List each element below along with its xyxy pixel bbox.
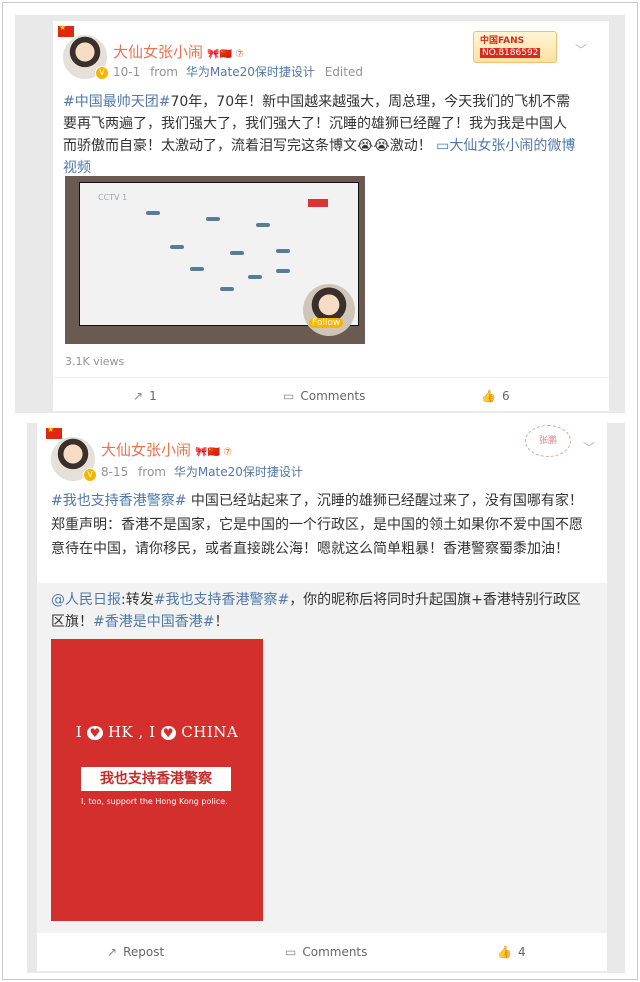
jet (190, 267, 204, 271)
edited-label: Edited (324, 65, 363, 79)
post1-panel: V 大仙女张小闹🎀🇨🇳 ⑦ 10-1 from 华为Mate20保时捷设计 Ed… (15, 15, 625, 413)
jet (170, 245, 184, 249)
post2-text: #我也支持香港警察# 中国已经站起来了，沉睡的雄狮已经醒过来了，没有国哪有家！郑… (51, 493, 583, 557)
repost-icon: ↗ (107, 945, 118, 959)
post2-meta: 8-15 from 华为Mate20保时捷设计 (101, 463, 303, 480)
fans-badge-number: NO.8186592 (480, 48, 541, 58)
seal-stamp: 张鹏 (525, 425, 571, 457)
comment-icon: ▭ (285, 945, 297, 959)
jet (248, 275, 262, 279)
repost-text: @人民日报:转发#我也支持香港警察#，你的昵称后将同时升起国旗+香港特别行政区区… (51, 592, 581, 630)
post1-meta: 10-1 from 华为Mate20保时捷设计 Edited (113, 63, 363, 80)
comments-button[interactable]: ▭ Comments (283, 389, 365, 403)
verified-icon: V (95, 66, 109, 80)
hashtag-link[interactable]: #我也支持香港警察# (154, 592, 289, 608)
fans-badge-title: 中国FANS (480, 36, 525, 46)
poster-slogan: 我也支持香港警察 (81, 767, 231, 791)
post1-card: V 大仙女张小闹🎀🇨🇳 ⑦ 10-1 from 华为Mate20保时捷设计 Ed… (53, 21, 609, 411)
jet (220, 287, 234, 291)
poster-subtitle: I, too, support the Hong Kong police. (81, 797, 228, 806)
channel-logo: CCTV 1 (98, 193, 128, 202)
view-count: 3.1K views (65, 355, 125, 368)
jet (206, 217, 220, 221)
thumbs-up-icon: 👍 (481, 389, 496, 403)
user-badges: 🎀🇨🇳 ⑦ (207, 49, 245, 60)
jet (230, 251, 244, 255)
follow-label: Follow (309, 318, 344, 328)
china-flag-icon (46, 425, 62, 439)
repost-button[interactable]: ↗ 1 (133, 389, 157, 403)
channel-banner (308, 199, 328, 207)
post-date: 8-15 (101, 465, 129, 479)
like-button[interactable]: 👍 4 (497, 945, 526, 959)
repost-icon: ↗ (133, 389, 144, 403)
heart-icon: ♥ (87, 726, 103, 740)
jet (146, 211, 160, 215)
post2-avatar[interactable]: V (46, 425, 97, 482)
chevron-down-icon[interactable]: ﹀ (575, 41, 587, 58)
thumbs-up-icon: 👍 (497, 945, 512, 959)
post2-username[interactable]: 大仙女张小闹 🎀🇨🇳 ⑦ (101, 439, 232, 460)
comments-button[interactable]: ▭ Comments (285, 945, 367, 959)
post2-panel: V 大仙女张小闹🎀🇨🇳 ⑦ 8-15 from 华为Mate20保时捷设计 张鹏… (27, 423, 625, 973)
post2-card: V 大仙女张小闹🎀🇨🇳 ⑦ 8-15 from 华为Mate20保时捷设计 张鹏… (37, 423, 607, 583)
post1-avatar[interactable]: V (58, 23, 109, 80)
heart-icon: ♥ (160, 726, 177, 740)
like-button[interactable]: 👍 6 (481, 389, 510, 403)
post1-video[interactable]: CCTV 1 Follow (65, 176, 365, 344)
post-date: 10-1 (113, 65, 141, 79)
china-flag-icon (58, 23, 74, 37)
user-badges: 🎀🇨🇳 ⑦ (195, 447, 233, 458)
jet (276, 249, 290, 253)
mention-link[interactable]: @人民日报 (51, 592, 121, 608)
follow-avatar[interactable]: Follow (303, 284, 355, 336)
post2-actions: ↗ Repost ▭ Comments 👍 4 (37, 933, 607, 971)
poster-headline: I ♥ HK , I ♥ CHINA (75, 723, 239, 741)
device-link[interactable]: 华为Mate20保时捷设计 (186, 65, 315, 79)
verified-icon: V (83, 468, 97, 482)
screenshot-frame: V 大仙女张小闹🎀🇨🇳 ⑦ 10-1 from 华为Mate20保时捷设计 Ed… (2, 2, 638, 980)
chevron-down-icon[interactable]: ﹀ (583, 439, 595, 456)
hashtag-link[interactable]: #香港是中国香港# (93, 614, 214, 630)
from-label: from (138, 465, 166, 479)
fans-badge: 中国FANS NO.8186592 (473, 31, 557, 63)
repost-button[interactable]: ↗ Repost (107, 945, 164, 959)
hashtag-link[interactable]: #我也支持香港警察# (51, 493, 186, 509)
divider (53, 377, 609, 378)
reposted-content: @人民日报:转发#我也支持香港警察#，你的昵称后将同时升起国旗+香港特别行政区区… (37, 583, 607, 933)
jet (256, 223, 270, 227)
comment-icon: ▭ (283, 389, 295, 403)
poster-image[interactable]: I ♥ HK , I ♥ CHINA 我也支持香港警察 I, too, supp… (51, 639, 263, 921)
post1-text: #中国最帅天团#70年，70年！新中国越来越强大，周总理，今天我们的飞机不需要再… (63, 94, 576, 176)
hashtag-link[interactable]: #中国最帅天团# (63, 94, 170, 110)
jet (276, 269, 290, 273)
post1-username[interactable]: 大仙女张小闹 🎀🇨🇳 ⑦ (113, 41, 244, 62)
device-link[interactable]: 华为Mate20保时捷设计 (174, 465, 303, 479)
from-label: from (150, 65, 178, 79)
